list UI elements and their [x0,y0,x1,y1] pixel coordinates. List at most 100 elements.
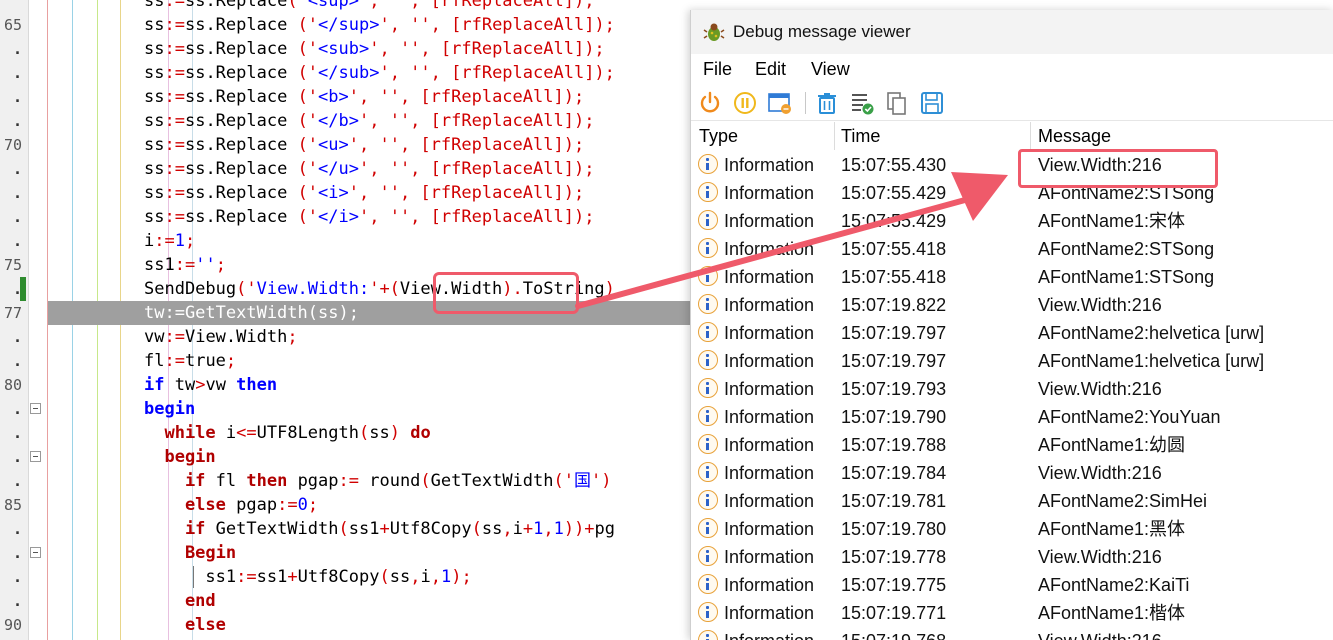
fold-toggle-icon[interactable] [30,451,41,462]
code-line[interactable]: while i<=UTF8Length(ss) do [144,421,430,445]
code-token: ; [307,495,319,515]
code-line[interactable]: ss:=ss.Replace ('<u>', '', [rfReplaceAll… [144,133,584,157]
table-row[interactable]: Information 15:07:55.429 AFontName2:STSong [691,179,1333,207]
table-row[interactable]: Information 15:07:19.797 AFontName2:helvet… [691,319,1333,347]
code-line[interactable]: if GetTextWidth(ss1+Utf8Copy(ss,i+1,1))+… [144,517,615,541]
table-row[interactable]: Information 15:07:19.781 AFontName2:SimHei [691,487,1333,515]
table-row[interactable]: Information 15:07:19.768 View.Width:216 [691,627,1333,640]
fold-toggle-icon[interactable] [30,547,41,558]
table-row[interactable]: Information 15:07:19.790 AFontName2:YouYua… [691,403,1333,431]
code-line[interactable]: ss:=ss.Replace('<sup>', '', [rfReplaceAl… [144,0,594,13]
cell-type: Information [724,155,815,175]
cell-time: 15:07:19.780 [841,519,947,539]
code-line[interactable]: begin [144,397,195,421]
code-token: if [144,519,206,539]
code-line[interactable]: fl:=true; [144,349,236,373]
trash-icon[interactable] [814,90,840,116]
column-header-message[interactable]: Message [1038,122,1111,150]
table-row[interactable]: Information 15:07:55.418 AFontName2:STSong [691,235,1333,263]
table-row[interactable]: Information 15:07:55.418 AFontName1:STSong [691,263,1333,291]
line-number: 70 [3,136,22,154]
code-token: ]); [563,111,595,131]
code-line[interactable]: Begin [144,541,236,565]
code-token: ss [144,39,165,59]
code-token: (' [297,15,319,35]
code-line[interactable]: else pgap:=0; [144,493,318,517]
line-number: 85 [3,496,22,514]
power-icon[interactable] [697,90,723,116]
code-token: ss1 [144,255,175,275]
code-line[interactable]: if tw>vw then [144,373,277,397]
code-token: Begin [144,543,237,563]
cell-type: Information [724,603,815,623]
code-line[interactable]: ss:=ss.Replace ('<b>', '', [rfReplaceAll… [144,85,584,109]
cell-time: 15:07:55.418 [841,239,947,259]
code-token: ; [287,327,298,347]
column-header-time[interactable]: Time [841,122,880,150]
cell-time: 15:07:55.418 [841,267,947,287]
code-line[interactable]: ss:=ss.Replace ('</sup>', '', [rfReplace… [144,13,615,37]
table-row[interactable]: Information 15:07:19.797 AFontName1:helvet… [691,347,1333,375]
code-line[interactable]: i:=1; [144,229,195,253]
debug-message-viewer-window[interactable]: Debug message viewer File Edit View Type… [690,10,1333,640]
code-line[interactable]: if fl then pgap:= round(GetTextWidth('国'… [144,469,612,493]
title-bar[interactable]: Debug message viewer [691,10,1333,54]
menu-edit[interactable]: Edit [755,54,786,84]
table-row[interactable]: Information 15:07:19.780 AFontName1:黑体 [691,515,1333,543]
code-token: ss.Replace [184,183,298,203]
table-row[interactable]: Information 15:07:55.429 AFontName1:宋体 [691,207,1333,235]
code-line[interactable]: ss:=ss.Replace ('</b>', '', [rfReplaceAl… [144,109,594,133]
code-line[interactable]: ss:=ss.Replace ('</i>', '', [rfReplaceAl… [144,205,594,229]
code-token: ss [144,207,165,227]
table-row[interactable]: Information 15:07:19.822 View.Width:216 [691,291,1333,319]
cell-time: 15:07:55.429 [841,211,947,231]
column-header-type[interactable]: Type [699,122,738,150]
cell-time: 15:07:19.775 [841,575,947,595]
table-row[interactable]: Information 15:07:19.784 View.Width:216 [691,459,1333,487]
code-token: ]); [573,39,605,59]
menu-file[interactable]: File [703,54,732,84]
code-line[interactable]: ss:=ss.Replace ('<i>', '', [rfReplaceAll… [144,181,584,205]
code-line[interactable]: ss1:=''; [144,253,226,277]
column-separator[interactable] [834,122,835,150]
window-icon[interactable] [767,90,793,116]
code-line[interactable]: ss:=ss.Replace ('</u>', '', [rfReplaceAl… [144,157,594,181]
code-token: else [144,615,226,635]
fold-toggle-icon[interactable] [30,403,41,414]
code-line[interactable]: begin [144,445,215,469]
list-check-icon[interactable] [849,90,875,116]
save-icon[interactable] [919,90,945,116]
table-row[interactable]: Information 15:07:19.793 View.Width:216 [691,375,1333,403]
code-token: ]); [563,0,595,11]
table-row[interactable]: Information 15:07:55.430 View.Width:216 [691,151,1333,179]
toolbar [691,86,1333,121]
cell-type: Information [724,407,815,427]
code-line[interactable]: vw:=View.Width; [144,325,298,349]
cell-time: 15:07:19.788 [841,435,947,455]
table-row[interactable]: Information 15:07:19.778 View.Width:216 [691,543,1333,571]
message-list[interactable]: Information 15:07:55.430 View.Width:216 Inf… [691,151,1333,640]
info-icon [698,602,718,622]
copy-icon[interactable] [884,90,910,116]
menu-view[interactable]: View [811,54,850,84]
code-token: := [164,87,185,107]
code-line[interactable]: tw:=GetTextWidth(ss); [144,301,359,325]
code-token: (' [553,471,574,491]
table-row[interactable]: Information 15:07:19.771 AFontName1:楷体 [691,599,1333,627]
cell-message: AFontName2:KaiTi [1038,575,1190,595]
code-line[interactable]: end [144,589,216,613]
column-separator[interactable] [1030,122,1031,150]
table-row[interactable]: Information 15:07:19.775 AFontName2:KaiTi [691,571,1333,599]
table-row[interactable]: Information 15:07:19.788 AFontName1:幼圆 [691,431,1333,459]
line-marker-dot: . [12,112,22,130]
code-token: ]); [553,183,585,203]
code-line[interactable]: ss:=ss.Replace ('</sub>', '', [rfReplace… [144,61,615,85]
code-token: pgap [225,495,278,515]
code-token: ); [451,567,472,587]
code-token: Utf8Copy [297,567,380,587]
code-line[interactable]: else [144,613,226,637]
code-token: ss.Replace [184,207,298,227]
cell-time: 15:07:19.797 [841,323,947,343]
code-line[interactable]: ss:=ss.Replace ('<sub>', '', [rfReplaceA… [144,37,605,61]
pause-icon[interactable] [732,90,758,116]
